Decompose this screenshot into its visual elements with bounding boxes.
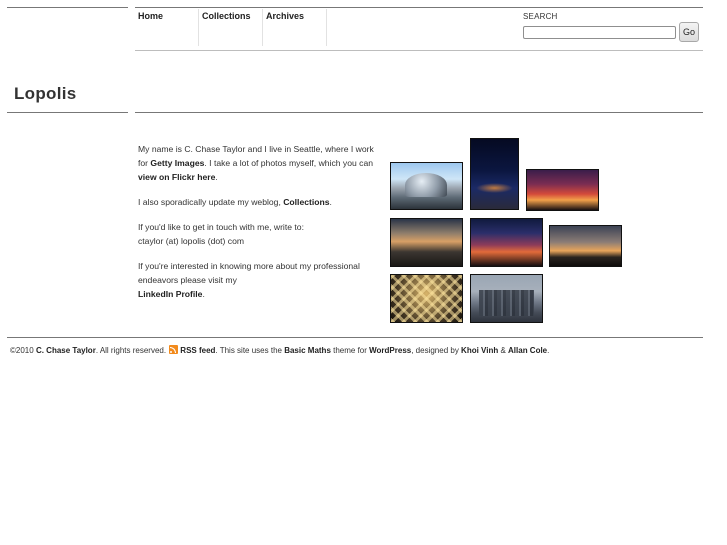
intro-paragraph-4: If you're interested in knowing more abo… — [138, 259, 383, 301]
linkedin-link[interactable]: LinkedIn Profile — [138, 289, 202, 299]
wordpress-link[interactable]: WordPress — [369, 346, 411, 355]
intro-p1-text-2: . I take a lot of photos myself, which y… — [204, 158, 374, 168]
footer-text-2: theme for — [330, 346, 370, 355]
top-rule-right — [135, 7, 703, 8]
go-button[interactable]: Go — [679, 22, 699, 42]
theme-link[interactable]: Basic Maths — [284, 346, 331, 355]
site-title: Lopolis — [14, 84, 77, 103]
collections-link[interactable]: Collections — [283, 197, 329, 207]
main-nav: Home Collections Archives — [135, 9, 327, 46]
nav-home[interactable]: Home — [135, 9, 199, 46]
photo-cloud-gate[interactable] — [390, 162, 463, 210]
designer-allan-link[interactable]: Allan Cole — [508, 346, 547, 355]
intro-p4-text: If you're interested in knowing more abo… — [138, 261, 360, 285]
rss-icon[interactable] — [169, 345, 179, 354]
photo-lit-ceiling[interactable] — [390, 274, 463, 323]
intro-paragraph-1: My name is C. Chase Taylor and I live in… — [138, 142, 383, 184]
search-label: SEARCH — [523, 12, 558, 21]
title-rule-right — [135, 112, 703, 113]
photo-skyline-sunset[interactable] — [549, 225, 622, 267]
top-rule-left — [7, 7, 128, 8]
footer-text-1: . This site uses the — [215, 346, 285, 355]
search-input[interactable] — [523, 26, 676, 39]
nav-collections[interactable]: Collections — [199, 9, 263, 46]
nav-bottom-rule — [135, 50, 703, 51]
title-rule-left — [7, 112, 128, 113]
designer-khoi-link[interactable]: Khoi Vinh — [461, 346, 498, 355]
footer-text-3: , designed by — [411, 346, 462, 355]
footer-rule — [7, 337, 703, 338]
nav-archives[interactable]: Archives — [263, 9, 327, 46]
footer-text-4: . — [547, 346, 550, 355]
photo-night-city[interactable] — [470, 138, 519, 210]
footer-amp: & — [498, 346, 509, 355]
intro-p4-text-2: . — [202, 289, 205, 299]
getty-images-link[interactable]: Getty Images — [150, 158, 204, 168]
intro-p1-text-3: . — [215, 172, 218, 182]
photo-city-skyline[interactable] — [470, 274, 543, 323]
intro-text: My name is C. Chase Taylor and I live in… — [138, 142, 383, 312]
contact-email: ctaylor (at) lopolis (dot) com — [138, 236, 245, 246]
rights-text: . All rights reserved. — [95, 346, 167, 355]
author-link[interactable]: C. Chase Taylor — [36, 346, 96, 355]
photo-dusk-clouds[interactable] — [470, 218, 543, 267]
intro-paragraph-2: I also sporadically update my weblog, Co… — [138, 195, 383, 209]
intro-paragraph-3: If you'd like to get in touch with me, w… — [138, 220, 383, 248]
footer: ©2010 C. Chase Taylor. All rights reserv… — [10, 345, 549, 355]
contact-line: If you'd like to get in touch with me, w… — [138, 222, 304, 232]
photo-sunset-sky[interactable] — [526, 169, 599, 211]
copyright-year: ©2010 — [10, 346, 34, 355]
photo-person-sunset[interactable] — [390, 218, 463, 267]
flickr-link[interactable]: view on Flickr here — [138, 172, 215, 182]
intro-p2-text: I also sporadically update my weblog, — [138, 197, 284, 207]
rss-feed-link[interactable]: RSS feed — [180, 346, 215, 355]
intro-p2-text-2: . — [329, 197, 332, 207]
